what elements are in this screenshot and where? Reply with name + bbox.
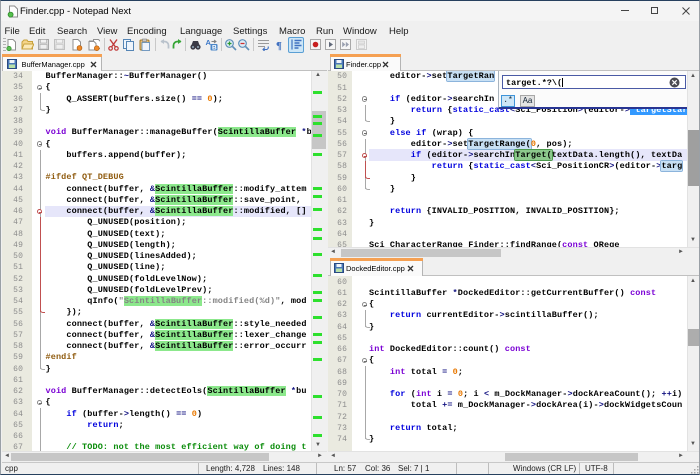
svg-text:¶: ¶: [276, 40, 282, 51]
svg-text:B: B: [212, 45, 217, 52]
